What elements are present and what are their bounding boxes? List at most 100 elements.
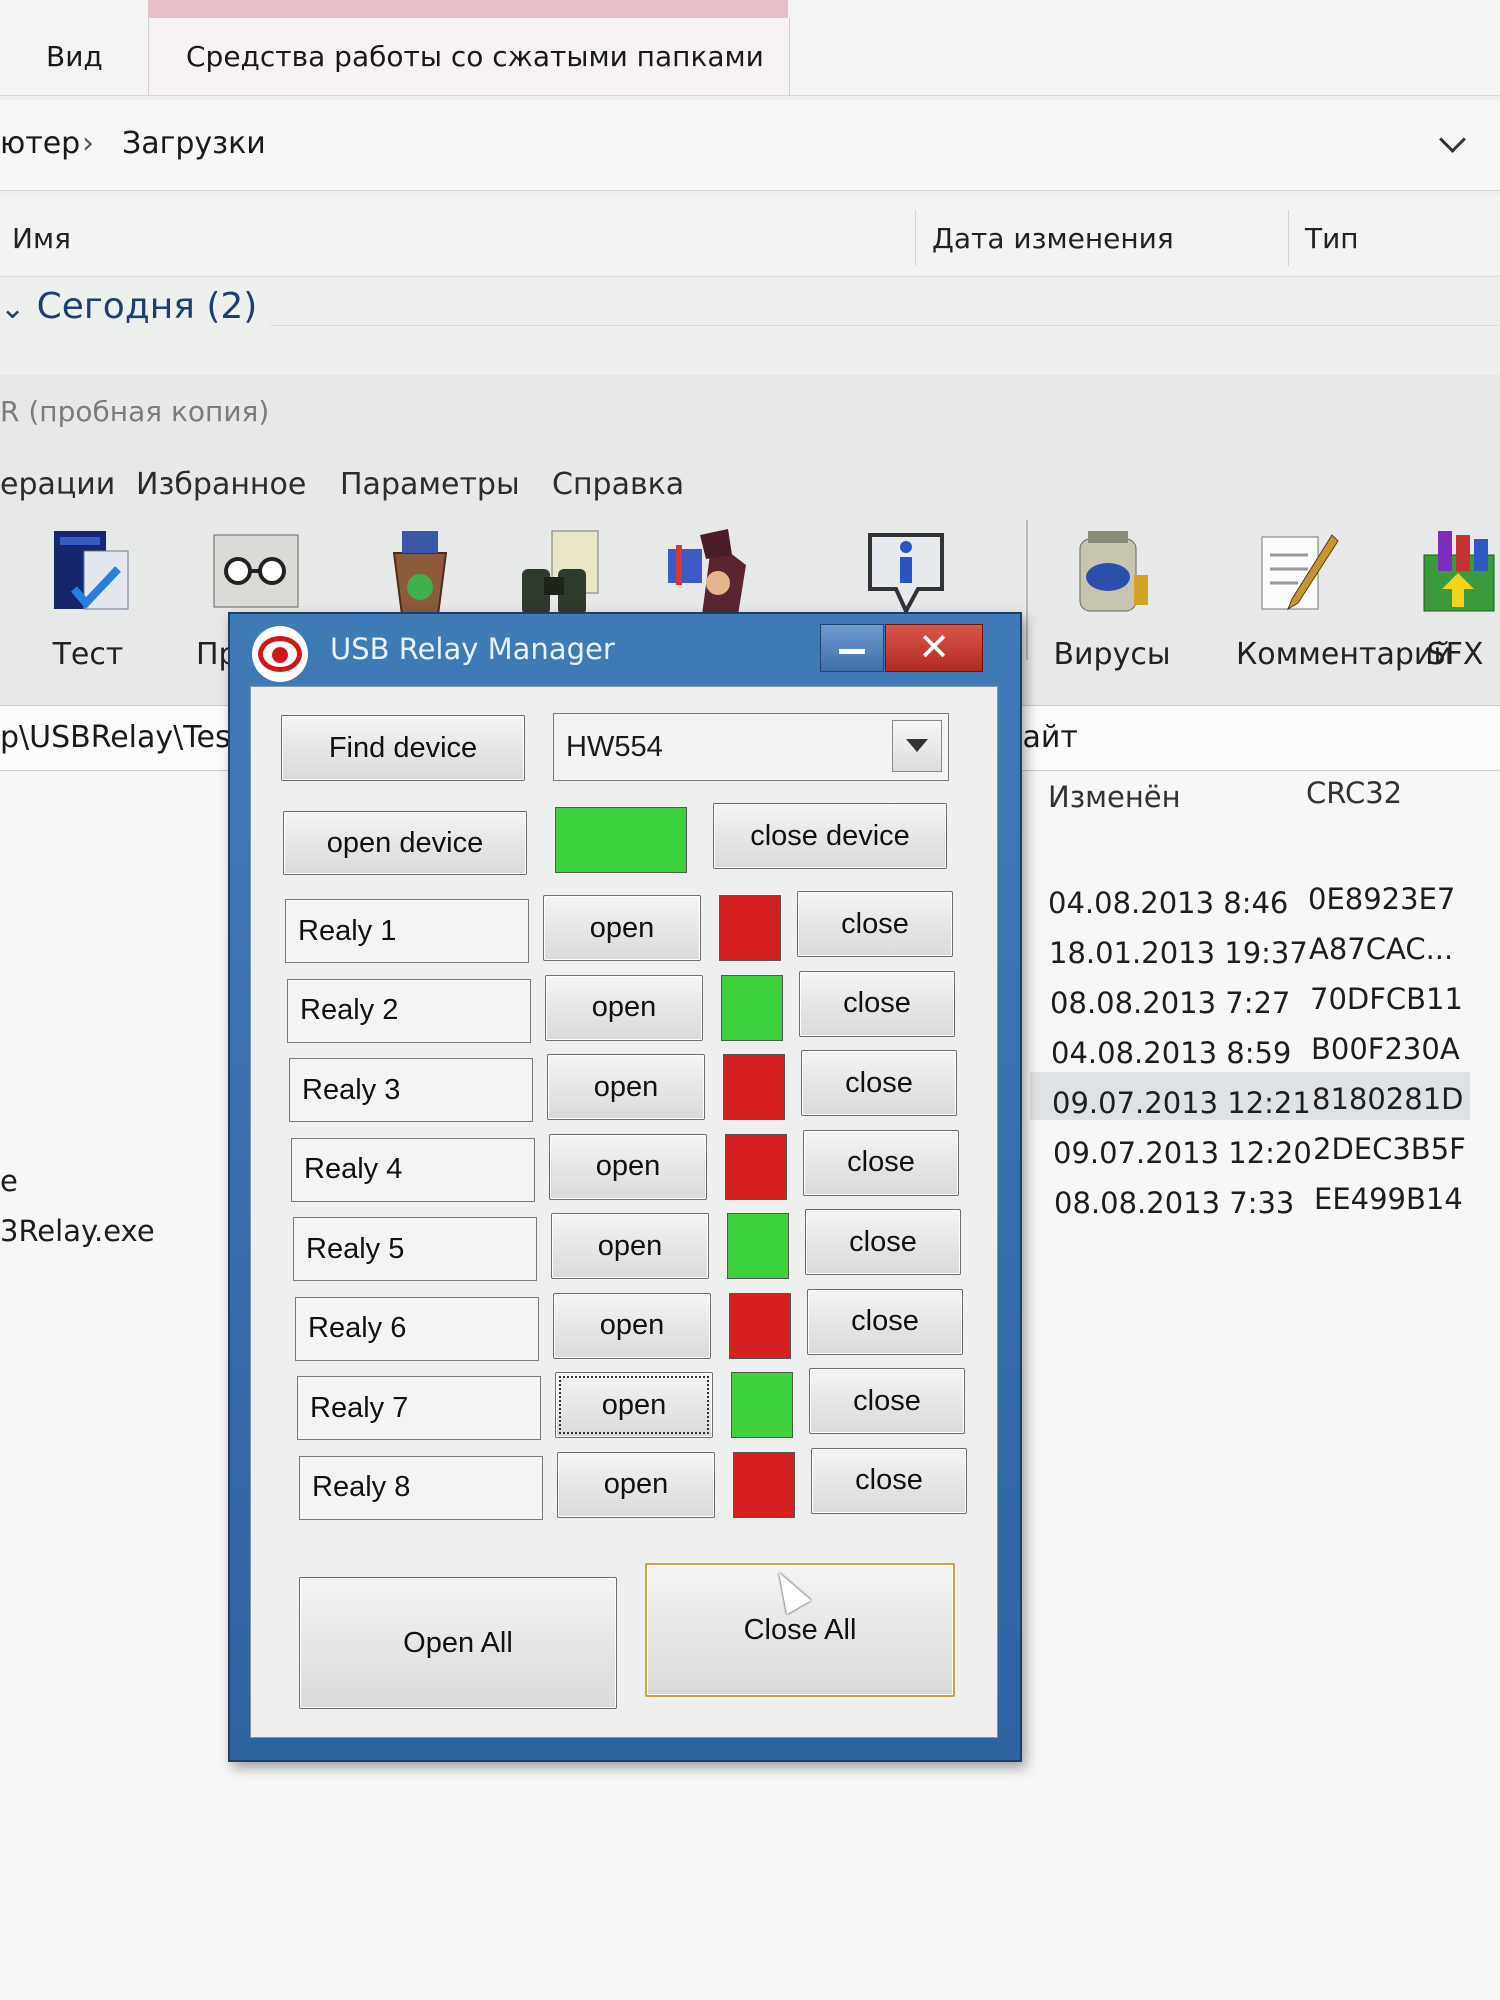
open-all-button[interactable]: Open All [299,1577,617,1709]
relay-name-field[interactable]: Realy 3 [289,1058,533,1122]
relay-name-field[interactable]: Realy 6 [295,1296,539,1361]
relay-name-field[interactable]: Realy 5 [293,1217,537,1281]
context-tab-accent [148,0,788,18]
toolbar-test-button[interactable]: Тест [28,525,148,672]
breadcrumb-separator-icon: › [82,126,94,161]
relay-open-button[interactable]: open [549,1133,707,1200]
relay-status-indicator [729,1292,791,1359]
close-device-button[interactable]: close device [713,803,947,869]
info-icon [868,533,944,616]
relay-status-indicator [727,1213,789,1279]
usb-relay-manager-window[interactable]: USB Relay Manager ✕ Find device HW554 op… [228,612,1022,1762]
row-modified[interactable]: 08.08.2013 7:33 [1054,1186,1294,1220]
explorer-ribbon: Вид Средства работы со сжатыми папками [0,0,1500,96]
relay-close-button[interactable]: close [811,1447,967,1514]
row-crc[interactable]: EE499B14 [1314,1182,1463,1216]
row-crc[interactable]: 8180281D [1312,1082,1464,1116]
column-name[interactable]: Имя [12,222,71,255]
column-date-modified[interactable]: Дата изменения [932,222,1174,255]
menu-favorites[interactable]: Избранное [136,467,306,502]
wizard-icon [668,529,746,615]
column-type[interactable]: Тип [1305,222,1359,255]
toolbar-sfx-label: SFX [1426,637,1484,672]
relay-open-button[interactable]: open [553,1292,711,1359]
row-modified[interactable]: 04.08.2013 8:46 [1048,886,1288,920]
relay-status-indicator [721,974,783,1041]
relay-open-button[interactable]: open [551,1213,709,1279]
chevron-down-icon[interactable] [1439,126,1466,153]
sfx-icon [1423,531,1495,612]
row-crc[interactable]: 70DFCB11 [1310,982,1463,1016]
dropdown-arrow-icon[interactable] [892,720,942,772]
group-today[interactable]: ⌄ Сегодня (2) [0,286,257,327]
toolbar-sfx-button[interactable]: SFX [1410,525,1500,672]
device-select-value: HW554 [566,730,663,763]
find-binoculars-icon [522,530,599,615]
relay-open-button[interactable]: open [545,974,703,1041]
archive-path: p\USBRelay\Tes [0,720,231,755]
group-chevron-icon: ⌄ [0,291,26,326]
toolbar-virus-label: Вирусы [1053,637,1171,672]
app-logo-icon [252,626,308,682]
relay-name-field[interactable]: Realy 7 [297,1376,541,1440]
tab-view[interactable]: Вид [46,40,103,73]
row-modified[interactable]: 04.08.2013 8:59 [1051,1036,1291,1070]
row-modified[interactable]: 09.07.2013 12:21 [1052,1086,1311,1120]
row-crc[interactable]: A87CAC... [1309,932,1453,966]
test-book-icon [54,531,129,610]
close-window-button[interactable]: ✕ [885,624,983,672]
relay-status-indicator [723,1054,785,1120]
relay-open-button[interactable]: open [547,1054,705,1120]
toolbar-comment-button[interactable]: Комментарий [1236,525,1453,672]
tab-compressed-tools[interactable]: Средства работы со сжатыми папками [186,40,764,73]
relay-open-button[interactable]: open [543,895,701,961]
breadcrumb-downloads[interactable]: Загрузки [122,126,266,161]
relay-open-button[interactable]: open [557,1451,715,1518]
relay-status-indicator [731,1372,793,1438]
row-modified[interactable]: 08.08.2013 7:27 [1050,986,1290,1020]
row-modified[interactable]: 09.07.2013 12:20 [1053,1136,1312,1170]
row-modified[interactable]: 18.01.2013 19:37 [1049,936,1308,970]
open-device-button[interactable]: open device [283,811,527,875]
file-list-header: Имя Дата изменения Тип [0,196,1500,277]
file-name[interactable]: 3Relay.exe [0,1214,155,1248]
relay-close-button[interactable]: close [809,1368,965,1434]
relay-close-button[interactable]: close [803,1129,959,1196]
row-crc[interactable]: 2DEC3B5F [1313,1132,1466,1166]
column-separator [1288,210,1289,266]
relay-name-field[interactable]: Realy 4 [291,1137,535,1202]
minimize-button[interactable] [820,624,884,672]
find-device-button[interactable]: Find device [281,715,525,781]
address-bar[interactable]: ютер › Загрузки [0,100,1500,191]
relay-close-button[interactable]: close [797,891,953,957]
column-crc32[interactable]: CRC32 [1306,776,1402,810]
view-glasses-icon [213,534,299,608]
dialog-body: Find device HW554 open device close devi… [250,686,998,1738]
close-icon: ✕ [918,625,950,669]
breadcrumb-computer[interactable]: ютер [0,126,80,161]
relay-open-button[interactable]: open [555,1372,713,1438]
delete-bin-icon [392,531,448,616]
menu-operations[interactable]: ерации [0,467,115,502]
menu-options[interactable]: Параметры [340,467,520,502]
relay-name-field[interactable]: Realy 2 [287,978,531,1043]
virus-scan-icon [1079,531,1148,612]
toolbar-virus-button[interactable]: Вирусы [1052,525,1172,672]
device-select[interactable]: HW554 [553,713,949,781]
row-crc[interactable]: B00F230A [1311,1032,1460,1066]
relay-name-field[interactable]: Realy 8 [299,1455,543,1520]
menu-help[interactable]: Справка [552,467,684,502]
winrar-title: R (пробная копия) [0,395,270,428]
relay-status-indicator [725,1133,787,1200]
relay-close-button[interactable]: close [799,970,955,1037]
relay-close-button[interactable]: close [801,1050,957,1116]
group-label: Сегодня (2) [36,286,258,327]
column-modified[interactable]: Изменён [1048,780,1181,814]
toolbar-comment-label: Комментарий [1236,637,1453,672]
row-crc[interactable]: 0E8923E7 [1308,882,1455,916]
relay-close-button[interactable]: close [805,1209,961,1275]
file-name[interactable]: e [0,1164,18,1198]
relay-name-field[interactable]: Realy 1 [285,899,529,963]
window-title: USB Relay Manager [330,632,615,666]
relay-close-button[interactable]: close [807,1288,963,1355]
